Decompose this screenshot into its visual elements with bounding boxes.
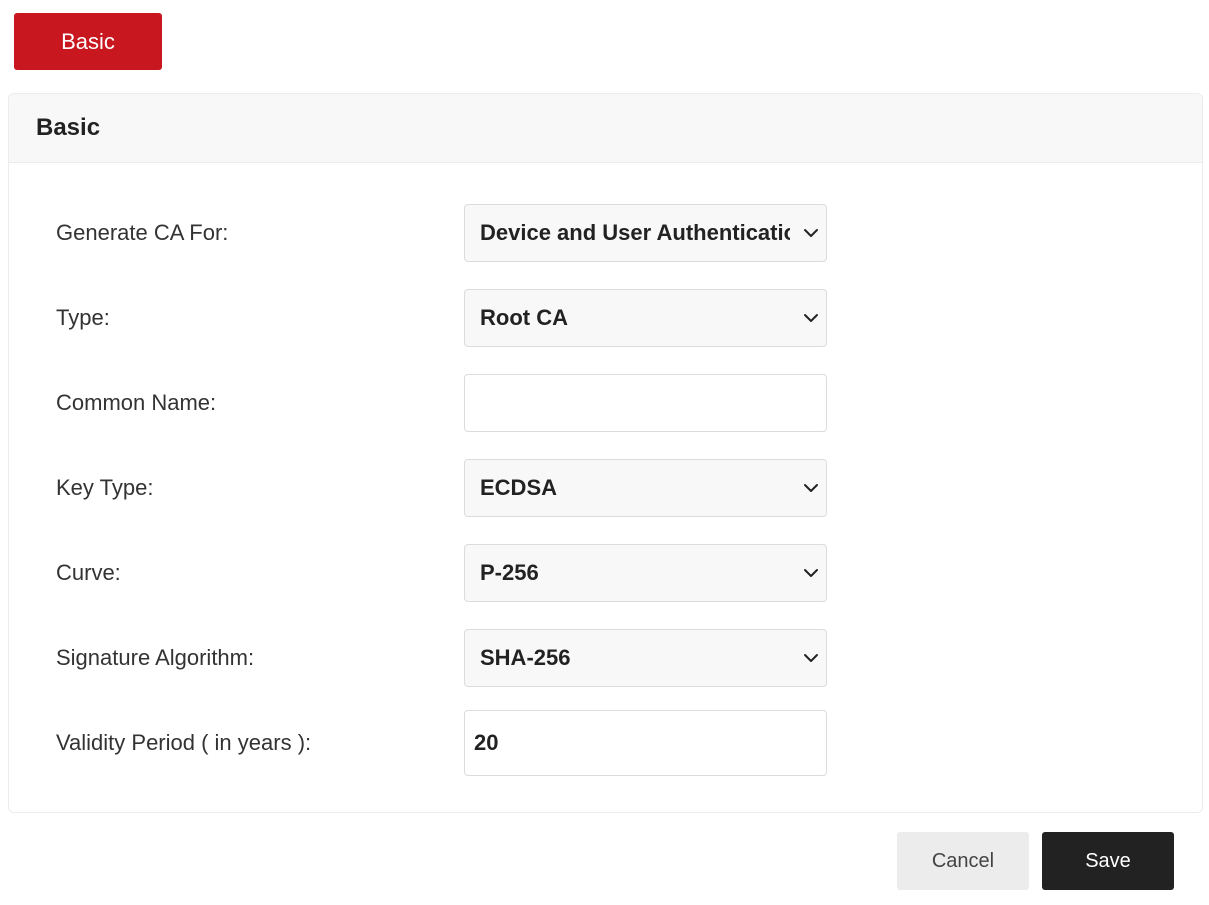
common-name-label: Common Name: [56,390,217,415]
common-name-input[interactable] [464,374,827,432]
panel-header: Basic [9,94,1202,163]
save-button[interactable]: Save [1042,832,1174,890]
signature-algorithm-value: SHA-256 [480,645,571,670]
type-label: Type: [56,305,110,330]
generate-ca-for-value: Device and User Authentication [480,220,790,245]
chevron-down-icon [802,479,820,497]
key-type-select[interactable]: ECDSA [464,459,827,517]
type-row: Type: Root CA [9,289,1202,347]
curve-row: Curve: P-256 [9,544,1202,602]
chevron-down-icon [802,224,820,242]
signature-algorithm-label: Signature Algorithm: [56,645,255,670]
curve-label: Curve: [56,560,121,585]
key-type-row: Key Type: ECDSA [9,459,1202,517]
chevron-down-icon [802,309,820,327]
key-type-value: ECDSA [480,475,558,500]
chevron-down-icon [802,649,820,667]
chevron-down-icon [802,564,820,582]
curve-select[interactable]: P-256 [464,544,827,602]
signature-algorithm-row: Signature Algorithm: SHA-256 [9,629,1202,687]
validity-period-value: 20 [474,730,499,755]
type-select[interactable]: Root CA [464,289,827,347]
generate-ca-for-label: Generate CA For: [56,220,229,245]
basic-panel: Basic Generate CA For: Device and User A… [8,93,1203,813]
cancel-button[interactable]: Cancel [897,832,1029,890]
key-type-label: Key Type: [56,475,154,500]
validity-period-input[interactable]: 20 [464,710,827,776]
tab-basic[interactable]: Basic [14,13,162,70]
generate-ca-for-select[interactable]: Device and User Authentication [464,204,827,262]
curve-value: P-256 [480,560,539,585]
signature-algorithm-select[interactable]: SHA-256 [464,629,827,687]
generate-ca-for-row: Generate CA For: Device and User Authent… [9,204,1202,262]
validity-period-label: Validity Period ( in years ): [56,730,312,755]
type-value: Root CA [480,305,568,330]
common-name-row: Common Name: [9,374,1202,432]
panel-title: Basic [36,114,101,141]
validity-period-row: Validity Period ( in years ): 20 [9,710,1202,776]
